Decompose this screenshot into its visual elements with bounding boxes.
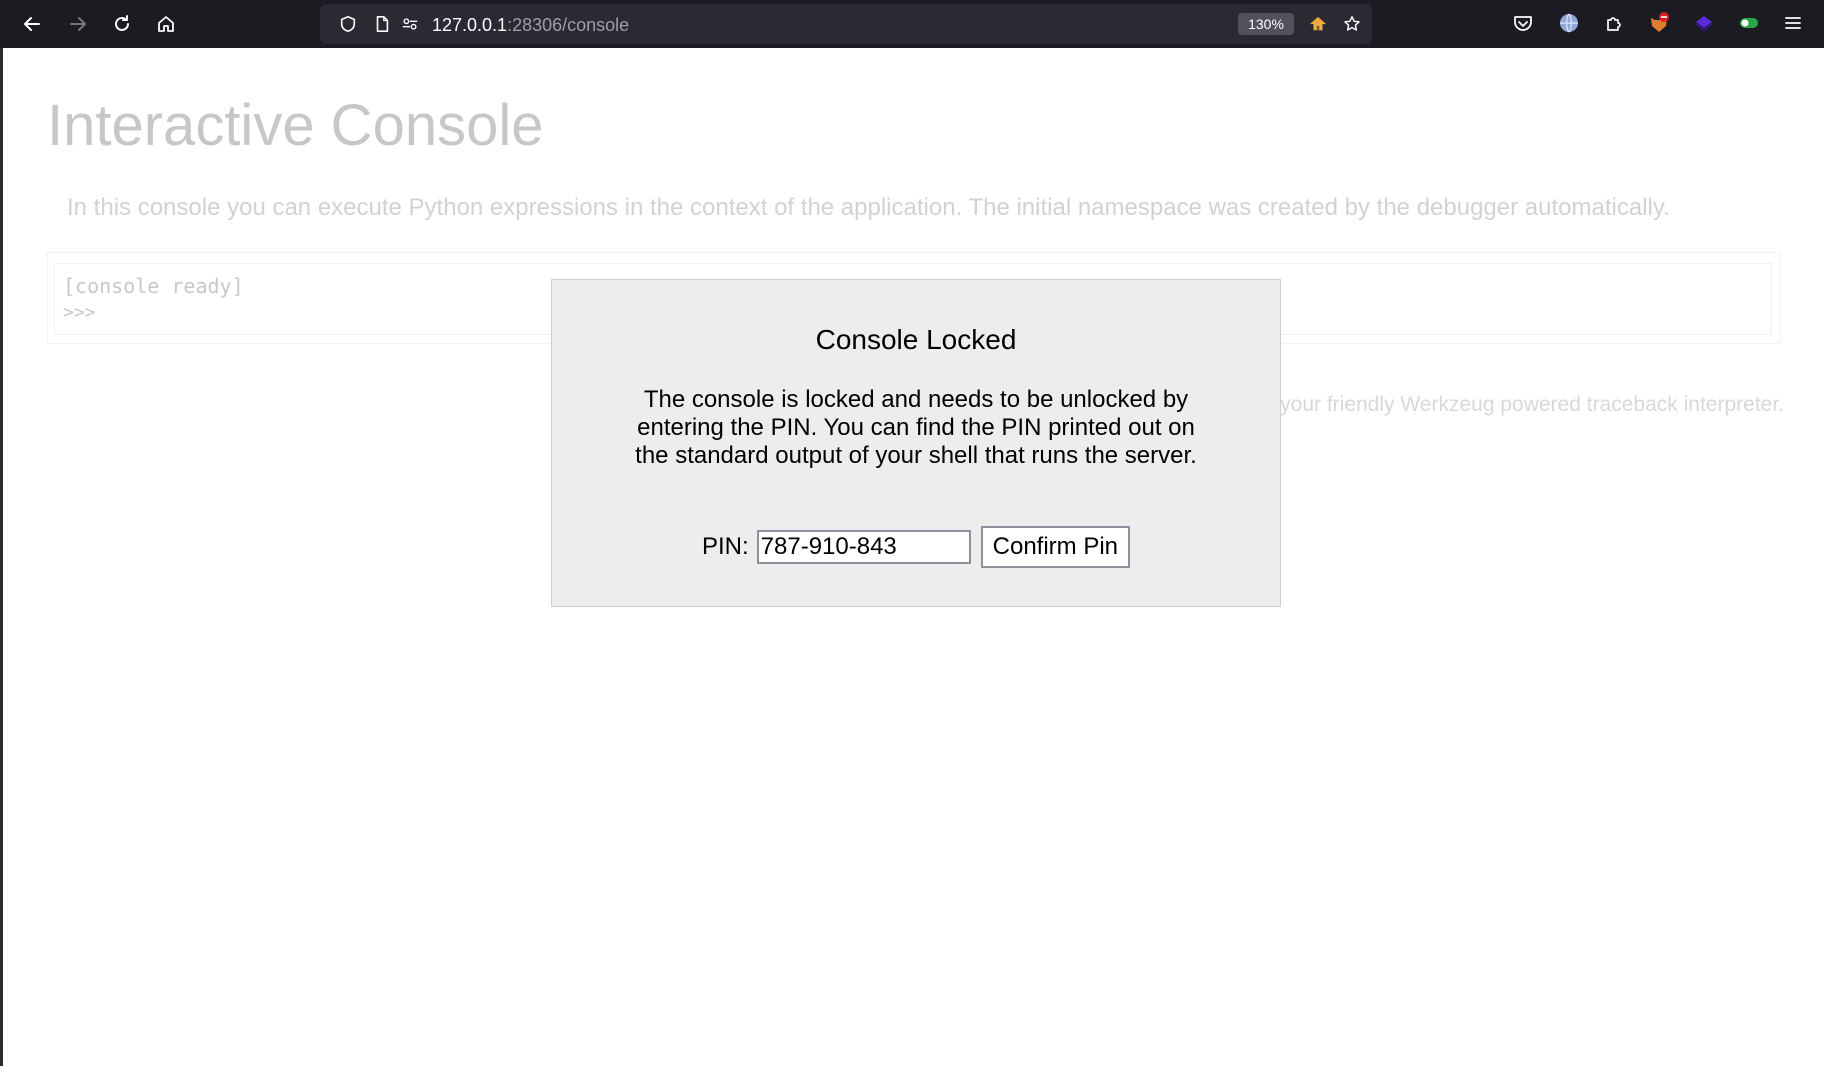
dialog-title: Console Locked	[815, 324, 1017, 355]
extension-purple-icon[interactable]	[1693, 12, 1715, 34]
shield-icon[interactable]	[338, 14, 358, 34]
page-explanation: In this console you can execute Python e…	[67, 194, 1670, 221]
pin-label: PIN:	[701, 533, 749, 560]
extension-fox-icon[interactable]	[1648, 12, 1670, 34]
pin-form: PIN: Confirm Pin	[552, 526, 1280, 568]
page-icon	[372, 14, 392, 34]
forward-arrow-icon[interactable]	[60, 6, 96, 42]
confirm-pin-button[interactable]: Confirm Pin	[980, 526, 1131, 568]
extension-toggle-icon[interactable]	[1738, 12, 1760, 34]
url-text[interactable]: 127.0.0.1:28306/console	[432, 15, 629, 35]
home-icon[interactable]	[148, 6, 184, 42]
dialog-message: The console is locked and needs to be un…	[635, 386, 1197, 469]
page-content: Interactive Console In this console you …	[3, 48, 1824, 1066]
pin-prompt-dialog: Console Locked The console is locked and…	[551, 279, 1281, 607]
hamburger-menu-icon[interactable]	[1782, 12, 1804, 34]
reload-icon[interactable]	[104, 6, 140, 42]
url-host: 127.0.0.1	[432, 15, 508, 35]
page-footer: your friendly Werkzeug powered traceback…	[1280, 393, 1784, 416]
permissions-icon[interactable]	[400, 14, 420, 34]
page-title: Interactive Console	[47, 93, 544, 158]
vpn-globe-icon[interactable]	[1558, 12, 1580, 34]
zoom-level-badge[interactable]: 130%	[1238, 13, 1294, 35]
pin-input[interactable]	[756, 530, 971, 564]
browser-toolbar: 127.0.0.1:28306/console 130%	[0, 0, 1824, 48]
extensions-puzzle-icon[interactable]	[1603, 12, 1625, 34]
console-ready-text: [console ready]	[63, 274, 244, 298]
pocket-icon[interactable]	[1512, 12, 1534, 34]
back-arrow-icon[interactable]	[14, 6, 50, 42]
url-bar[interactable]: 127.0.0.1:28306/console 130%	[320, 4, 1372, 44]
console-prompt: >>>	[63, 302, 96, 323]
home-shortcut-icon[interactable]	[1308, 14, 1328, 34]
url-path: :28306/console	[507, 15, 630, 35]
bookmark-star-icon[interactable]	[1342, 14, 1362, 34]
